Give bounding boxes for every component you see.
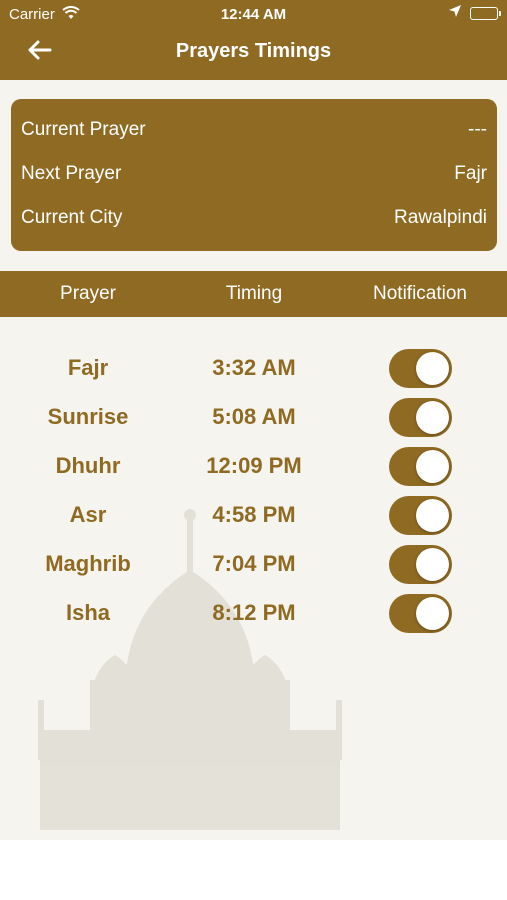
prayer-row-dhuhr: Dhuhr 12:09 PM [0, 445, 507, 489]
toggle-knob [416, 597, 449, 630]
prayer-name: Fajr [67, 355, 109, 380]
current-city-label: Current City [21, 207, 123, 228]
prayer-time: 12:09 PM [206, 453, 302, 478]
prayer-name: Isha [65, 600, 111, 625]
page-title: Prayers Timings [175, 40, 332, 62]
column-timing: Timing [225, 283, 283, 304]
prayer-row-isha: Isha 8:12 PM [0, 592, 507, 636]
prayer-row-maghrib: Maghrib 7:04 PM [0, 543, 507, 587]
prayer-time: 7:04 PM [212, 551, 296, 576]
prayer-name: Asr [69, 502, 107, 527]
current-prayer-value: --- [468, 119, 487, 140]
status-time: 12:44 AM [220, 6, 287, 23]
current-prayer-label: Current Prayer [21, 119, 146, 140]
column-prayer: Prayer [60, 283, 116, 304]
notification-toggle-sunrise[interactable] [389, 398, 452, 437]
toggle-knob [416, 499, 449, 532]
notification-toggle-isha[interactable] [389, 594, 452, 633]
notification-toggle-asr[interactable] [389, 496, 452, 535]
prayer-info-card: Current Prayer --- Next Prayer Fajr Curr… [11, 99, 497, 251]
location-arrow-icon [448, 4, 462, 22]
next-prayer-row: Next Prayer Fajr [21, 163, 487, 189]
column-notification: Notification [373, 283, 467, 304]
table-header: Prayer Timing Notification [0, 271, 507, 317]
current-city-value: Rawalpindi [394, 207, 487, 228]
prayer-time: 5:08 AM [212, 404, 296, 429]
status-bar: Carrier 12:44 AM [0, 0, 507, 28]
toggle-knob [416, 352, 449, 385]
notification-toggle-fajr[interactable] [389, 349, 452, 388]
prayer-time: 3:32 AM [212, 355, 296, 380]
toggle-knob [416, 401, 449, 434]
prayer-row-sunrise: Sunrise 5:08 AM [0, 396, 507, 440]
current-prayer-row: Current Prayer --- [21, 119, 487, 145]
prayer-time: 4:58 PM [212, 502, 296, 527]
prayer-row-fajr: Fajr 3:32 AM [0, 347, 507, 391]
next-prayer-value: Fajr [454, 163, 487, 184]
toggle-knob [416, 450, 449, 483]
notification-toggle-dhuhr[interactable] [389, 447, 452, 486]
notification-toggle-maghrib[interactable] [389, 545, 452, 584]
battery-icon [470, 7, 501, 20]
current-city-row: Current City Rawalpindi [21, 207, 487, 233]
prayer-name: Dhuhr [55, 453, 121, 478]
prayer-time: 8:12 PM [212, 600, 296, 625]
toggle-knob [416, 548, 449, 581]
prayer-name: Sunrise [47, 404, 129, 429]
prayer-row-asr: Asr 4:58 PM [0, 494, 507, 538]
prayer-name: Maghrib [45, 551, 131, 576]
next-prayer-label: Next Prayer [21, 163, 122, 184]
